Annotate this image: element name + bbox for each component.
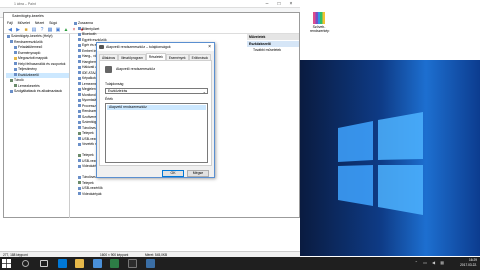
menu-help[interactable]: Súgó (49, 20, 57, 26)
computer-icon (7, 34, 10, 38)
clock-icon (14, 45, 17, 49)
cpu-icon (78, 104, 81, 108)
app-icon[interactable] (110, 259, 119, 268)
system-tray[interactable]: ⌃ ▭ ◀ ▦ (415, 260, 446, 265)
device-icon (99, 45, 104, 49)
battery-icon (78, 131, 81, 135)
dialog-title: Alapvető rendszereszköz – tulajdonságok (106, 45, 171, 49)
bluetooth-icon (78, 32, 81, 36)
paint-icon[interactable] (146, 259, 155, 268)
store-icon[interactable] (93, 259, 102, 268)
clock[interactable]: 16:29 2017.03.22. (460, 258, 477, 268)
close-icon[interactable]: × (286, 0, 296, 8)
computer-management-icon[interactable] (128, 259, 137, 268)
tab-details[interactable]: Részletek (145, 53, 166, 60)
tools-icon (10, 40, 13, 44)
device-manager-icon (14, 73, 17, 77)
usb-icon (78, 159, 81, 163)
usb-icon (78, 186, 81, 190)
edge-icon[interactable] (58, 259, 67, 268)
dialog-title-bar: Alapvető rendszereszköz – tulajdonságok … (97, 43, 214, 51)
printer-icon (78, 98, 81, 102)
window-title: Számítógép-kezelés (4, 13, 299, 20)
disk-icon (78, 82, 81, 86)
paint-title: 1 ábra – Paint (14, 2, 36, 6)
properties-icon[interactable]: ▤ (31, 27, 37, 33)
sound-icon (78, 54, 81, 58)
chevron-down-icon: ⌄ (202, 89, 206, 94)
minimize-icon[interactable]: – (262, 0, 272, 8)
software-icon (78, 115, 81, 119)
display-icon (78, 87, 81, 91)
audio-icon (78, 60, 81, 64)
forward-icon[interactable]: ▶ (15, 27, 21, 33)
camera-icon (78, 76, 81, 80)
usb-icon (78, 137, 81, 141)
system-icon (78, 109, 81, 113)
device-category[interactable]: Videokártyák (68, 192, 240, 198)
tree-item-services[interactable]: Szolgáltatások és alkalmazások (6, 89, 69, 95)
actions-header: Műveletek (247, 34, 299, 40)
computer-icon (78, 120, 81, 124)
properties-dialog: Alapvető rendszereszköz – tulajdonságok … (96, 42, 215, 178)
menu-action[interactable]: Művelet (18, 20, 30, 26)
navigation-tree: Számítógép-kezelés (Helyi) Rendszereszkö… (6, 34, 70, 218)
search-icon[interactable] (22, 260, 29, 267)
folder-icon (14, 56, 17, 60)
desktop-icon-shortcut[interactable]: Szöveb-rendszerkép (310, 12, 330, 33)
device-icon (78, 38, 81, 42)
property-select[interactable]: Eszközleírás ⌄ (105, 88, 208, 94)
close-icon[interactable]: × (208, 43, 211, 51)
ide-icon (78, 71, 81, 75)
more-actions[interactable]: További műveletek (247, 47, 299, 53)
storage-icon (78, 175, 81, 179)
performance-icon (14, 67, 17, 71)
actions-pane: Műveletek Eszközkezelő További műveletek (247, 34, 299, 218)
list-icon[interactable]: ▦ (47, 27, 53, 33)
device-name: Alapvető rendszereszköz (116, 67, 156, 71)
cancel-button[interactable]: Mégse (187, 170, 209, 177)
computer-icon (74, 21, 77, 25)
property-label: Tulajdonság (105, 82, 124, 86)
device-icon (105, 66, 112, 73)
back-icon[interactable]: ◀ (7, 27, 13, 33)
wireless-icon (78, 142, 81, 146)
menu-file[interactable]: Fájl (7, 20, 13, 26)
ok-button[interactable]: OK (162, 170, 184, 177)
value-list[interactable]: Alapvető rendszereszköz (105, 103, 208, 163)
users-icon (14, 62, 17, 66)
menu-view[interactable]: Nézet (35, 20, 44, 26)
color-bars-icon (313, 12, 325, 24)
value-label: Érték (105, 97, 113, 101)
taskbar: ⌃ ▭ ◀ ▦ 16:29 2017.03.22. (0, 257, 480, 270)
network-icon (78, 65, 81, 69)
hid-icon (78, 49, 81, 53)
list-item[interactable]: Alapvető rendszereszköz (107, 105, 206, 110)
desktop-icon-label: Szöveb-rendszerkép (310, 25, 330, 33)
battery-icon (78, 181, 81, 185)
storage-icon (78, 126, 81, 130)
storage-icon (10, 78, 13, 82)
clock-date: 2017.03.22. (460, 263, 477, 267)
video-card-icon (78, 192, 81, 196)
maximize-icon[interactable]: □ (274, 0, 284, 8)
windows-start-icon[interactable] (2, 259, 11, 268)
monitor-icon (78, 93, 81, 97)
details-panel: Alapvető rendszereszköz Tulajdonság Eszk… (99, 60, 212, 166)
video-card-icon (78, 164, 81, 168)
services-icon (10, 89, 13, 93)
paint-title-bar: 1 ábra – Paint – □ × (0, 0, 300, 8)
disk-icon (14, 84, 17, 88)
windows-logo (338, 112, 423, 215)
mouse-icon (78, 43, 81, 47)
scan-icon[interactable]: ▣ (55, 27, 61, 33)
task-view-icon[interactable] (40, 260, 48, 267)
folder-icon[interactable]: ■ (23, 27, 29, 33)
keyboard-icon (78, 27, 81, 31)
help-icon[interactable]: ? (39, 27, 45, 33)
battery-icon (78, 153, 81, 157)
file-explorer-icon[interactable] (75, 259, 84, 268)
log-icon (14, 51, 17, 55)
